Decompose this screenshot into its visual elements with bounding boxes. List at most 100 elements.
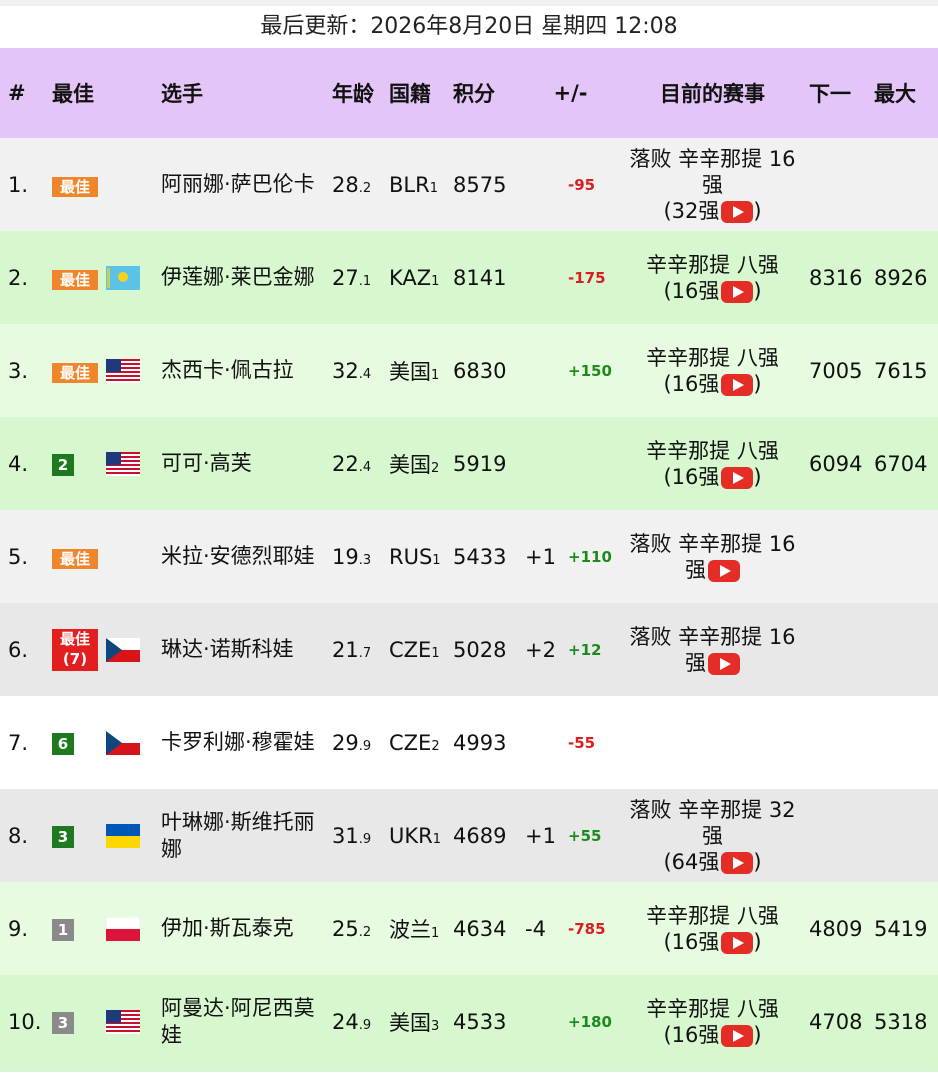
col-current-event[interactable]: 目前的赛事 <box>616 48 810 138</box>
best-badge: 最佳 <box>52 362 98 383</box>
usa-flag <box>106 1010 140 1034</box>
points-cell: 8141 <box>453 265 507 290</box>
youtube-icon[interactable] <box>721 466 754 489</box>
youtube-icon[interactable] <box>708 652 741 675</box>
best-rank-badge: 6 <box>52 733 74 755</box>
bottom-strip <box>0 1068 938 1072</box>
rank-cell: 4. <box>8 451 29 476</box>
col-rank[interactable]: # <box>0 48 52 138</box>
best-badge: 最佳 (7) <box>52 628 98 671</box>
flag-cell <box>106 510 161 603</box>
current-event: 辛辛那提 八强 (16强) <box>646 996 779 1047</box>
youtube-icon[interactable] <box>721 851 754 874</box>
max-points: 7615 <box>874 358 928 383</box>
current-event: 落败 辛辛那提 16 强 (32强) <box>629 146 796 223</box>
last-updated: 最后更新：2026年8月20日 星期四 12:08 <box>260 14 678 39</box>
points-cell: 4993 <box>453 730 507 755</box>
country-cell: 美国3 <box>389 1010 440 1035</box>
usa-flag <box>106 452 140 476</box>
player-name[interactable]: 可可·高芙 <box>161 417 332 510</box>
youtube-icon[interactable] <box>708 559 741 582</box>
table-row[interactable]: 9. 1 伊加·斯瓦泰克 25.2 波兰1 4634 -4 -785 辛辛那提 八强 (16强) 4… <box>0 882 938 975</box>
next-points <box>809 603 874 696</box>
best-rank-badge: 3 <box>52 1012 74 1034</box>
max-points <box>874 603 938 696</box>
flag-cell <box>106 975 161 1068</box>
flag-cell <box>106 603 161 696</box>
best-badge: 最佳 <box>52 548 98 569</box>
youtube-icon[interactable] <box>721 200 754 223</box>
points-cell: 4634 <box>453 916 507 941</box>
col-next[interactable]: 下一 <box>809 48 875 138</box>
country-cell: UKR1 <box>389 823 442 848</box>
rank-cell: 5. <box>8 544 29 569</box>
max-points: 5419 <box>874 916 928 941</box>
col-change[interactable]: +/- <box>525 48 617 138</box>
rank-cell: 1. <box>8 172 29 197</box>
max-points <box>874 138 938 231</box>
table-row[interactable]: 4. 2 可可·高芙 22.4 美国2 5919 辛辛那提 八强 (16强) 6094 6704 <box>0 417 938 510</box>
player-name[interactable]: 琳达·诺斯科娃 <box>161 603 332 696</box>
col-age[interactable]: 年龄 <box>332 48 389 138</box>
flag-cell <box>106 789 161 882</box>
table-row[interactable]: 2. 最佳 伊莲娜·莱巴金娜 27.1 KAZ1 8141 -175 辛辛那提 八强 (16强)… <box>0 231 938 324</box>
player-name[interactable]: 卡罗利娜·穆霍娃 <box>161 696 332 789</box>
max-points <box>874 696 938 789</box>
next-points <box>809 510 874 603</box>
table-row[interactable]: 6. 最佳 (7) 琳达·诺斯科娃 21.7 CZE1 5028 +2 +12 落败 辛辛那提 1… <box>0 603 938 696</box>
youtube-icon[interactable] <box>721 1024 754 1047</box>
country-cell: RUS1 <box>389 544 441 569</box>
max-points <box>874 510 938 603</box>
table-row[interactable]: 1. 最佳 阿丽娜·萨巴伦卡 28.2 BLR1 8575 -95 落败 辛辛那提 16 强 (3… <box>0 138 938 231</box>
player-name[interactable]: 阿丽娜·萨巴伦卡 <box>161 138 332 231</box>
points-change: -95 <box>568 175 596 194</box>
flag-cell <box>106 324 161 417</box>
col-best[interactable]: 最佳 <box>52 48 161 138</box>
max-points: 8926 <box>874 265 928 290</box>
player-name[interactable]: 叶琳娜·斯维托丽娜 <box>161 789 332 882</box>
player-name[interactable]: 伊莲娜·莱巴金娜 <box>161 231 332 324</box>
col-country[interactable]: 国籍 <box>389 48 453 138</box>
table-row[interactable]: 3. 最佳 杰西卡·佩古拉 32.4 美国1 6830 +150 辛辛那提 八强 (16强) 70… <box>0 324 938 417</box>
table-row[interactable]: 7. 6 卡罗利娜·穆霍娃 29.9 CZE2 4993 -55 <box>0 696 938 789</box>
player-name[interactable]: 米拉·安德烈耶娃 <box>161 510 332 603</box>
col-player[interactable]: 选手 <box>161 48 332 138</box>
current-event: 辛辛那提 八强 (16强) <box>646 345 779 396</box>
best-rank-badge: 2 <box>52 454 74 476</box>
youtube-icon[interactable] <box>721 373 754 396</box>
table-header-row: # 最佳 选手 年龄 国籍 积分 +/- 目前的赛事 下一 最大 <box>0 48 938 138</box>
youtube-icon[interactable] <box>721 931 754 954</box>
country-cell: 波兰1 <box>389 917 440 942</box>
points-cell: 4689 <box>453 823 507 848</box>
max-points: 5318 <box>874 1009 928 1034</box>
col-points[interactable]: 积分 <box>453 48 525 138</box>
kaz-flag <box>106 266 140 290</box>
next-points: 6094 <box>809 451 863 476</box>
rank-cell: 8. <box>8 823 29 848</box>
points-cell: 5919 <box>453 451 507 476</box>
youtube-icon[interactable] <box>721 280 754 303</box>
next-points: 4708 <box>809 1009 863 1034</box>
flag-cell <box>106 231 161 324</box>
player-name[interactable]: 杰西卡·佩古拉 <box>161 324 332 417</box>
player-name[interactable]: 阿曼达·阿尼西莫娃 <box>161 975 332 1068</box>
player-name[interactable]: 伊加·斯瓦泰克 <box>161 882 332 975</box>
table-row[interactable]: 5. 最佳 米拉·安德烈耶娃 19.3 RUS1 5433 +1 +110 落败 辛辛那提 16… <box>0 510 938 603</box>
points-cell: 8575 <box>453 172 507 197</box>
current-event: 辛辛那提 八强 (16强) <box>646 252 779 303</box>
best-cell: 3 <box>52 789 106 882</box>
best-badge: 最佳 <box>52 176 98 197</box>
table-row[interactable]: 10. 3 阿曼达·阿尼西莫娃 24.9 美国3 4533 +180 辛辛那提 八强 (16强)… <box>0 975 938 1068</box>
usa-flag <box>106 359 140 383</box>
best-rank-badge: 1 <box>52 919 74 941</box>
best-cell: 1 <box>52 882 106 975</box>
points-change: +150 <box>568 361 612 380</box>
max-points: 6704 <box>874 451 928 476</box>
rank-cell: 9. <box>8 916 29 941</box>
table-row[interactable]: 8. 3 叶琳娜·斯维托丽娜 31.9 UKR1 4689 +1 +55 落败 辛辛那提 32 强… <box>0 789 938 882</box>
best-badge: 最佳 <box>52 269 98 290</box>
col-max[interactable]: 最大 <box>874 48 938 138</box>
cze-flag <box>106 638 140 662</box>
points-change: +110 <box>568 547 612 566</box>
age-cell: 31.9 <box>332 823 372 848</box>
